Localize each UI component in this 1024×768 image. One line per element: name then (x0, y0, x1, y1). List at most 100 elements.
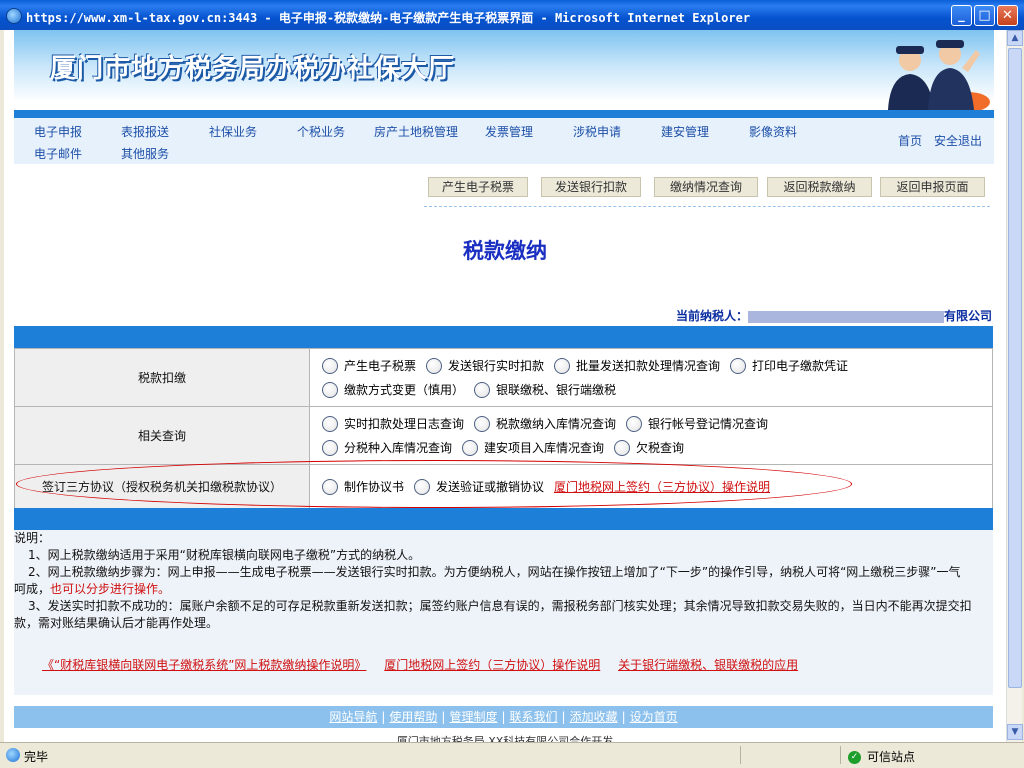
scroll-down-arrow-icon[interactable]: ▼ (1007, 724, 1023, 740)
radio-button[interactable] (614, 439, 631, 456)
opt-label: 分税种入库情况查询 (344, 441, 453, 455)
agreement-guide-link-2[interactable]: 厦门地税网上签约（三方协议）操作说明 (384, 658, 600, 672)
footer-link-sitemap[interactable]: 网站导航 (329, 710, 377, 724)
minimize-button[interactable]: _ (951, 5, 972, 26)
tax-officers-image (888, 40, 990, 110)
footer-link-policy[interactable]: 管理制度 (449, 710, 497, 724)
footer-link-favorite[interactable]: 添加收藏 (570, 710, 618, 724)
sep: | (381, 710, 386, 724)
footer-link-contact[interactable]: 联系我们 (510, 710, 558, 724)
scroll-up-arrow-icon[interactable]: ▲ (1007, 30, 1023, 46)
query-options: 实时扣款处理日志查询 税款缴纳入库情况查询 银行帐号登记情况查询 分税种入库情况… (309, 406, 993, 465)
status-divider (840, 746, 841, 764)
table-header-bar (14, 326, 993, 348)
nav-item-e-filing[interactable]: 电子申报 (34, 123, 82, 140)
query-label: 相关查询 (14, 406, 310, 465)
opt-tax-storage-query[interactable]: 税款缴纳入库情况查询 (474, 415, 616, 432)
radio-button[interactable] (474, 415, 491, 432)
main-nav: 电子申报 表报报送 社保业务 个税业务 房产土地税管理 发票管理 涉税申请 建安… (14, 118, 994, 164)
home-link[interactable]: 首页 (898, 134, 922, 148)
opt-unionpay-bank-payment[interactable]: 银联缴税、银行端缴税 (474, 381, 616, 398)
table-footer-bar (14, 508, 993, 530)
opt-label: 实时扣款处理日志查询 (344, 417, 465, 431)
nav-item-property-tax[interactable]: 房产土地税管理 (374, 123, 458, 140)
footer-link-homepage[interactable]: 设为首页 (630, 710, 678, 724)
note-3-cont: 款，需对账结果确认后才能再作处理。 (14, 616, 219, 630)
radio-button[interactable] (730, 357, 747, 374)
site-title: 厦门市地方税务局办税办社保大厅 (50, 54, 456, 84)
nav-item-social-security[interactable]: 社保业务 (209, 123, 257, 140)
opt-arrears-query[interactable]: 欠税查询 (614, 439, 684, 456)
status-text: 完毕 (24, 750, 49, 764)
header-divider (14, 110, 994, 118)
opt-tax-type-storage-query[interactable]: 分税种入库情况查询 (322, 439, 452, 456)
table-row-query: 相关查询 实时扣款处理日志查询 税款缴纳入库情况查询 银行帐号登记情况查询 分税… (14, 406, 993, 465)
sep: | (501, 710, 506, 724)
nav-item-tax-application[interactable]: 涉税申请 (573, 123, 621, 140)
current-taxpayer: 当前纳税人： 有限公司 (676, 307, 992, 324)
back-to-tax-payment-button[interactable]: 返回税款缴纳 (767, 177, 872, 197)
opt-print-payment-voucher[interactable]: 打印电子缴款凭证 (730, 357, 848, 374)
note-2: 2、网上税款缴纳步骤为：网上申报——生成电子税票——发送银行实时扣款。为方便纳税… (28, 565, 961, 579)
dashed-divider (424, 206, 990, 207)
status-bar: 完毕 ✓ 可信站点 (0, 742, 1024, 768)
trusted-check-icon: ✓ (848, 751, 861, 764)
nav-item-image-data[interactable]: 影像资料 (749, 123, 797, 140)
opt-label: 发送银行实时扣款 (448, 359, 545, 373)
logout-link[interactable]: 安全退出 (934, 134, 982, 148)
radio-button[interactable] (322, 439, 338, 456)
radio-button[interactable] (322, 357, 338, 374)
opt-change-payment-method[interactable]: 缴款方式变更（慎用） (322, 381, 464, 398)
radio-button[interactable] (626, 415, 643, 432)
radio-button[interactable] (474, 381, 491, 398)
opt-label: 欠税查询 (636, 441, 685, 455)
opt-label: 银行帐号登记情况查询 (648, 417, 769, 431)
bank-unionpay-guide-link[interactable]: 关于银行端缴税、银联缴税的应用 (618, 658, 798, 672)
opt-batch-deduction-query[interactable]: 批量发送扣款处理情况查询 (554, 357, 720, 374)
radio-button[interactable] (322, 381, 338, 398)
nav-item-other-services[interactable]: 其他服务 (121, 145, 169, 162)
nav-item-personal-tax[interactable]: 个税业务 (297, 123, 345, 140)
opt-bank-account-query[interactable]: 银行帐号登记情况查询 (626, 415, 768, 432)
nav-item-email[interactable]: 电子邮件 (34, 145, 82, 162)
generate-e-ticket-button[interactable]: 产生电子税票 (428, 177, 528, 197)
note-2-cont: 呵成，也可以分步进行操作。 (14, 581, 993, 598)
table-row-payment: 税款扣缴 产生电子税票 发送银行实时扣款 批量发送扣款处理情况查询 打印电子缴款… (14, 348, 993, 407)
nav-item-construction[interactable]: 建安管理 (661, 123, 709, 140)
close-button[interactable]: ✕ (997, 5, 1018, 26)
nav-item-invoice[interactable]: 发票管理 (485, 123, 533, 140)
radio-button[interactable] (462, 439, 479, 456)
note-1: 1、网上税款缴纳适用于采用“财税库银横向联网电子缴税”方式的纳税人。 (28, 548, 421, 562)
opt-label: 建安项目入库情况查询 (484, 441, 605, 455)
ie-browser-icon (6, 8, 22, 24)
highlight-ellipse (16, 460, 852, 508)
opt-send-realtime-deduction[interactable]: 发送银行实时扣款 (426, 357, 544, 374)
send-bank-deduction-button[interactable]: 发送银行扣款 (541, 177, 641, 197)
opt-label: 批量发送扣款处理情况查询 (576, 359, 721, 373)
vertical-scrollbar[interactable]: ▲ ▼ (1006, 30, 1023, 742)
opt-label: 打印电子缴款凭证 (752, 359, 849, 373)
opt-realtime-deduction-log[interactable]: 实时扣款处理日志查询 (322, 415, 464, 432)
payment-options: 产生电子税票 发送银行实时扣款 批量发送扣款处理情况查询 打印电子缴款凭证 缴款… (309, 348, 993, 407)
e-tax-guide-link[interactable]: 《“财税库银横向联网电子缴税系统”网上税款缴纳操作说明》 (42, 658, 366, 672)
radio-button[interactable] (554, 357, 571, 374)
notes-links: 《“财税库银横向联网电子缴税系统”网上税款缴纳操作说明》 厦门地税网上签约（三方… (42, 657, 812, 674)
opt-construction-storage-query[interactable]: 建安项目入库情况查询 (462, 439, 604, 456)
nav-right: 首页 安全退出 (890, 132, 982, 149)
taxpayer-label: 当前纳税人： (675, 309, 748, 323)
payment-status-query-button[interactable]: 缴纳情况查询 (654, 177, 758, 197)
zone-label: 可信站点 (867, 750, 916, 764)
scroll-thumb[interactable] (1008, 48, 1022, 688)
maximize-button[interactable]: □ (974, 5, 995, 26)
footer-link-help[interactable]: 使用帮助 (389, 710, 437, 724)
opt-generate-e-ticket[interactable]: 产生电子税票 (322, 357, 416, 374)
opt-label: 产生电子税票 (344, 359, 417, 373)
radio-button[interactable] (426, 357, 443, 374)
page-title: 税款缴纳 (463, 239, 547, 263)
taxpayer-suffix: 有限公司 (943, 309, 992, 323)
radio-button[interactable] (322, 415, 338, 432)
notes-section: 说明： 1、网上税款缴纳适用于采用“财税库银横向联网电子缴税”方式的纳税人。 2… (14, 530, 993, 695)
note-2-text: 呵成， (14, 582, 51, 596)
nav-item-report-submit[interactable]: 表报报送 (121, 123, 169, 140)
back-to-filing-page-button[interactable]: 返回申报页面 (880, 177, 985, 197)
